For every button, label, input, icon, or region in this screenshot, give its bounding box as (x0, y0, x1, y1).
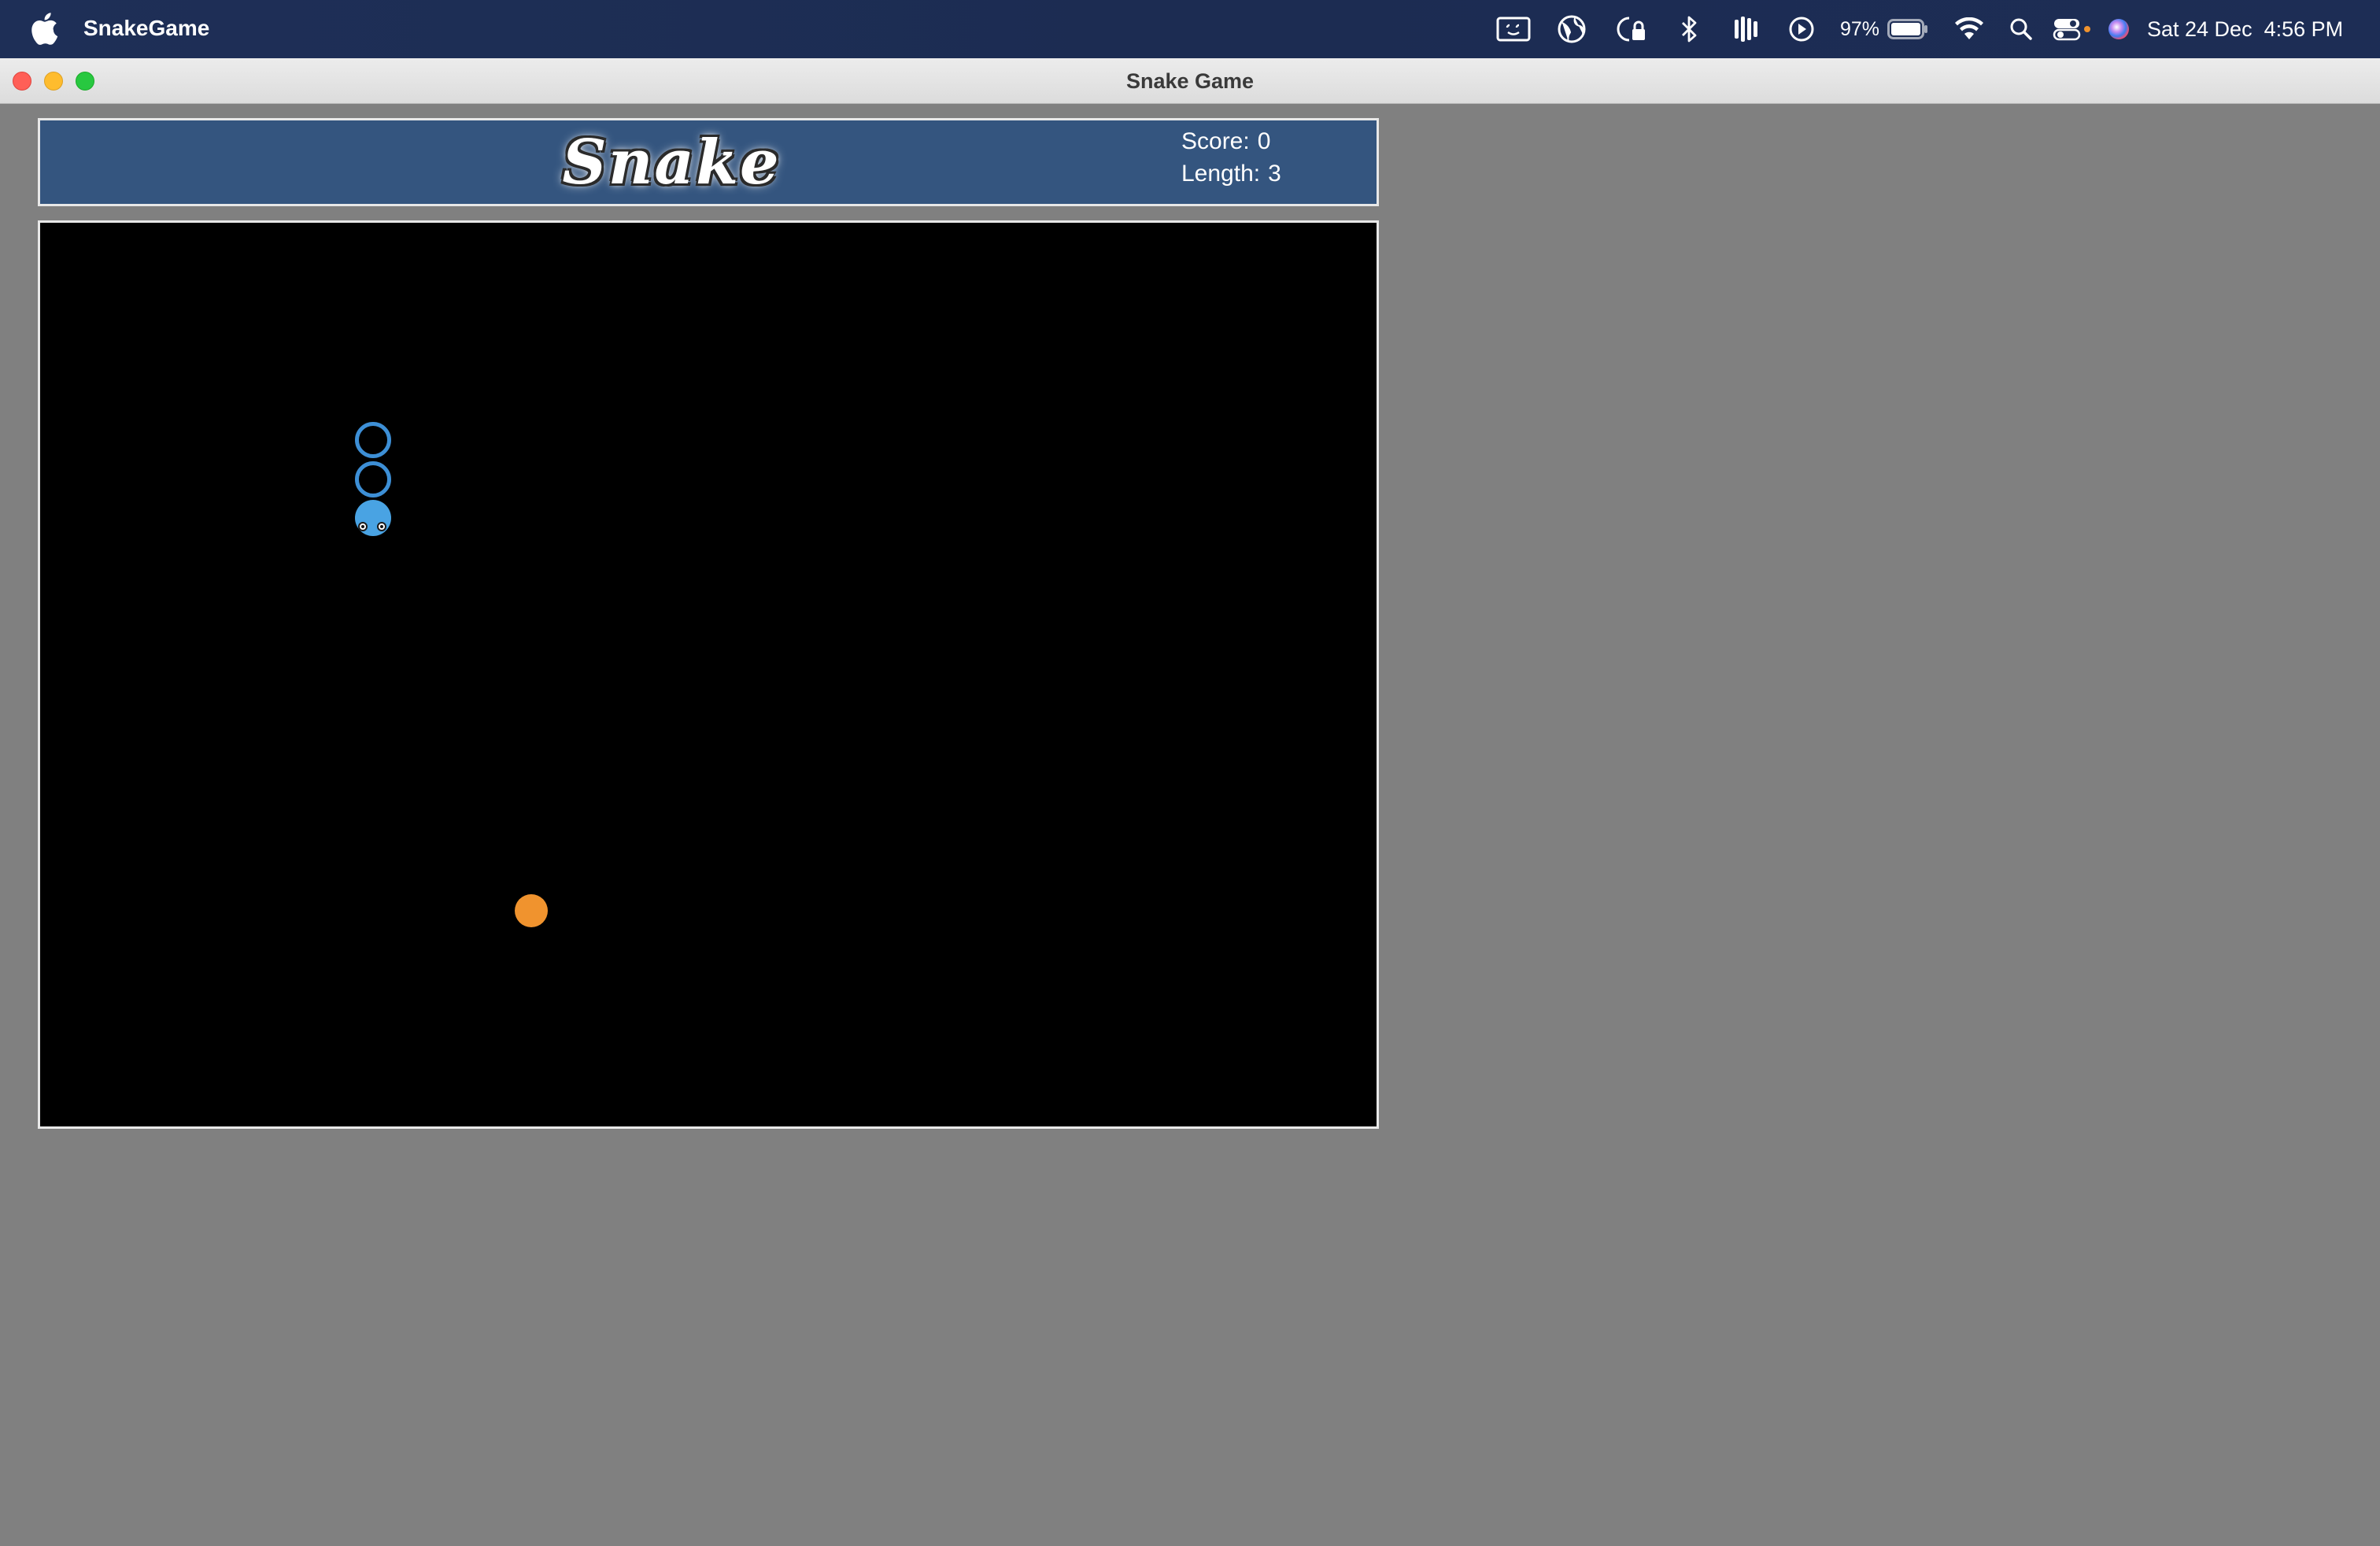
audio-icon[interactable] (1717, 0, 1774, 58)
snake-body-segment (355, 461, 391, 497)
game-board[interactable] (38, 220, 1379, 1129)
window-title: Snake Game (1125, 69, 1255, 93)
snake-eye (377, 522, 386, 531)
snake-body-segment (355, 422, 391, 458)
food-pellet (515, 894, 548, 927)
app-menu-name[interactable]: SnakeGame (83, 14, 209, 43)
wifi-icon[interactable] (1939, 0, 1999, 58)
length-label: Length: (1181, 161, 1261, 187)
score-value: 0 (1257, 128, 1271, 154)
globe-icon[interactable] (1543, 0, 1601, 58)
bluetooth-icon[interactable] (1661, 0, 1717, 58)
spotlight-icon[interactable] (1999, 0, 2043, 58)
score-panel: Score: 0 Length: 3 (1181, 125, 1281, 190)
clock-text: Sat 24 Dec 4:56 PM (2147, 17, 2344, 41)
battery-percent: 97% (1839, 18, 1880, 40)
clock[interactable]: Sat 24 Dec 4:56 PM (2136, 0, 2380, 58)
apple-icon[interactable] (30, 11, 58, 46)
length-value: 3 (1268, 161, 1281, 187)
logo-text: Snake (562, 126, 781, 198)
status-area: 97% Sat 24 Dec 4:56 PM (1484, 0, 2380, 58)
control-center-icon[interactable] (2043, 0, 2101, 58)
game-logo: Snake (40, 120, 1381, 204)
score-row: Score: 0 (1181, 125, 1281, 157)
play-icon[interactable] (1774, 0, 1829, 58)
score-label: Score: (1181, 128, 1250, 154)
window-titlebar[interactable]: Snake Game (0, 58, 2380, 104)
battery-indicator[interactable]: 97% (1829, 0, 1939, 58)
screen-share-icon[interactable] (1484, 0, 1543, 58)
length-row: Length: 3 (1181, 157, 1281, 190)
game-header: Snake Score: 0 Length: 3 (38, 118, 1379, 206)
menu-bar: SnakeGame 97% Sat 24 Dec 4:56 PM (0, 0, 2380, 58)
snake-eye (358, 522, 368, 531)
siri-icon[interactable] (2101, 0, 2136, 58)
snake-head (355, 500, 391, 536)
battery-icon (1887, 19, 1928, 39)
lock-icon[interactable] (1601, 0, 1661, 58)
